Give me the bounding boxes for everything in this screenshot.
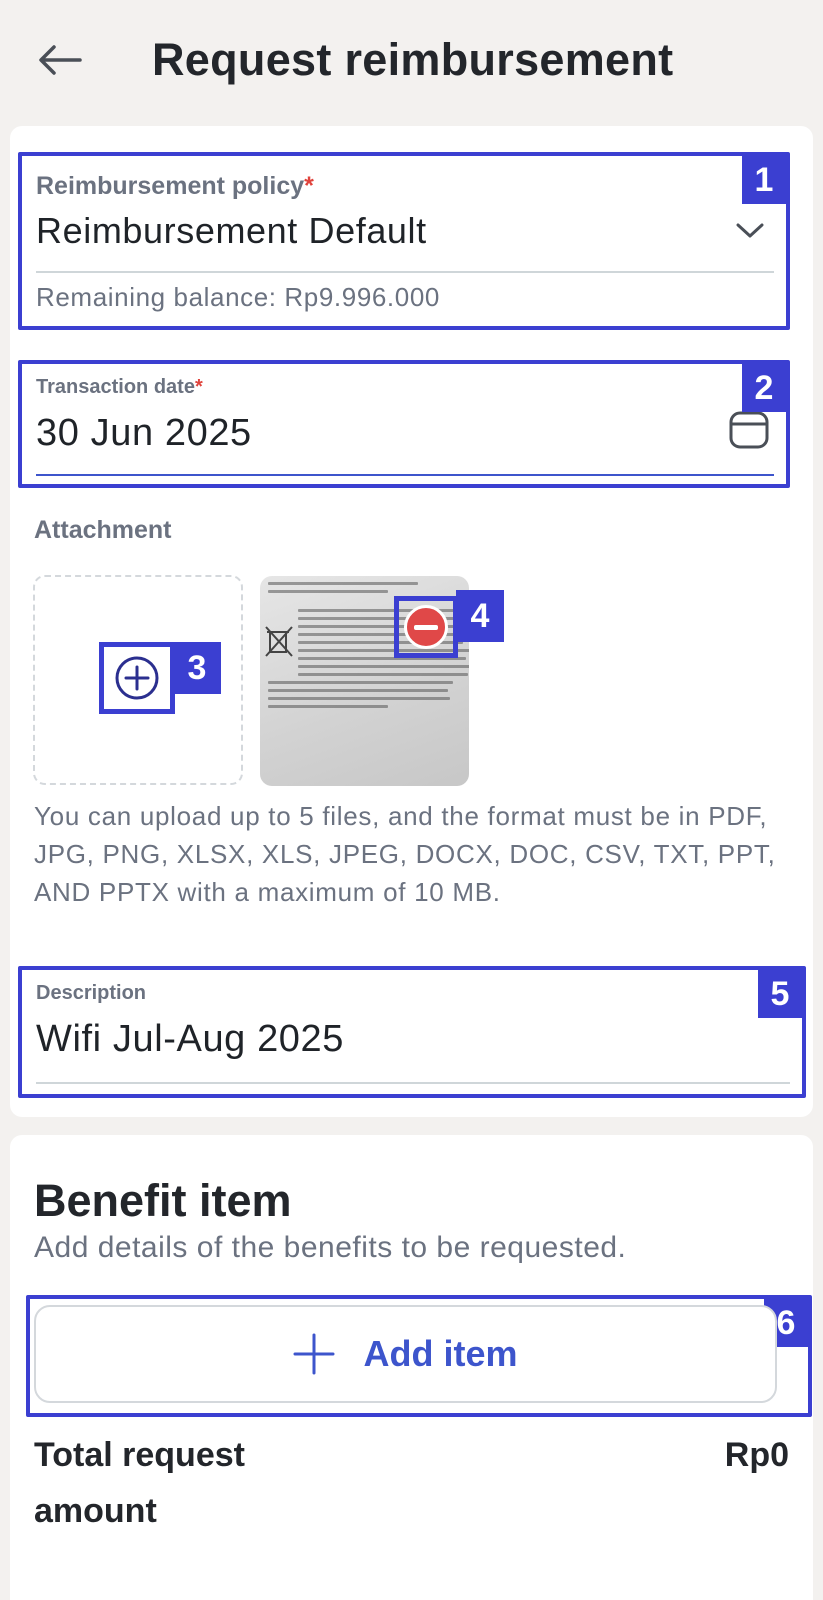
annotation-badge-2: 2 <box>742 364 786 412</box>
transaction-date-value: 30 Jun 2025 <box>36 412 252 454</box>
annotation-badge-3: 3 <box>173 642 221 694</box>
page-title: Request reimbursement <box>152 34 674 85</box>
benefit-item-card: Benefit item Add details of the benefits… <box>10 1135 813 1600</box>
upload-hint: You can upload up to 5 files, and the fo… <box>34 801 776 907</box>
plus-circle-icon <box>115 656 159 700</box>
transaction-date-field[interactable]: Transaction date* 30 Jun 2025 2 <box>18 360 790 488</box>
description-field[interactable]: Description Wifi Jul-Aug 2025 5 <box>18 966 806 1098</box>
policy-value: Reimbursement Default <box>36 210 427 251</box>
policy-label: Reimbursement policy* <box>36 172 314 200</box>
remove-attachment-button[interactable] <box>394 596 458 658</box>
reimbursement-policy-field[interactable]: Reimbursement policy* Reimbursement Defa… <box>18 152 790 330</box>
add-item-label: Add item <box>363 1333 518 1374</box>
add-attachment-button[interactable] <box>99 642 175 714</box>
description-value: Wifi Jul-Aug 2025 <box>36 1018 345 1060</box>
header: Request reimbursement <box>0 0 823 122</box>
benefit-subtitle: Add details of the benefits to be reques… <box>34 1231 627 1264</box>
attachment-label: Attachment <box>34 516 172 544</box>
transaction-date-underline <box>36 474 774 476</box>
remaining-balance: Remaining balance: Rp9.996.000 <box>36 282 440 312</box>
annotation-badge-1: 1 <box>742 156 786 204</box>
total-request-value: Rp0 <box>724 1436 789 1474</box>
minus-circle-icon <box>404 605 448 649</box>
policy-underline <box>36 271 774 273</box>
arrow-left-icon <box>39 45 82 75</box>
chevron-down-icon[interactable] <box>734 218 766 242</box>
transaction-date-label: Transaction date* <box>36 376 203 398</box>
annotation-badge-4: 4 <box>456 590 504 642</box>
back-button[interactable] <box>34 34 86 86</box>
benefit-title: Benefit item <box>34 1175 292 1226</box>
recycle-bin-icon <box>265 626 293 657</box>
annotation-badge-5: 5 <box>758 970 802 1018</box>
add-item-button[interactable]: Add item <box>34 1305 777 1403</box>
description-underline <box>36 1082 790 1084</box>
plus-icon <box>293 1333 335 1375</box>
description-label: Description <box>36 982 147 1004</box>
calendar-icon[interactable] <box>728 410 770 450</box>
total-request-label: Total request amount <box>34 1436 245 1530</box>
